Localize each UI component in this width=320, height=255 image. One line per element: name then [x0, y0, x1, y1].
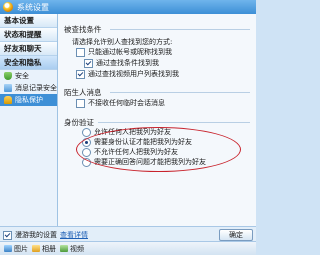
chat-taskbar: 图片 相册 视频	[0, 241, 256, 255]
taskbar-label: 图片	[14, 244, 28, 253]
checkbox-checked[interactable]	[84, 58, 93, 68]
window-title: 系统设置	[17, 2, 49, 12]
checkbox[interactable]	[76, 47, 85, 57]
sidebar-subitem-privacy[interactable]: 隐私保护	[0, 94, 57, 106]
option-reject-temp-sessions[interactable]: 不接收任何临时会话消息	[76, 98, 165, 108]
picture-icon	[4, 245, 12, 252]
taskbar-item-album[interactable]: 相册	[32, 244, 56, 254]
search-description: 请选择允许别人查找到您的方式:	[72, 38, 173, 46]
radio-button[interactable]	[82, 127, 91, 137]
settings-sidebar: 基本设置 状态和提醒 好友和聊天 安全和隐私 安全 消息记录安全 隐私保护	[0, 14, 58, 234]
roaming-settings-label: 漫游我的设置	[15, 231, 57, 239]
section-divider	[98, 122, 250, 123]
sidebar-item-status[interactable]: 状态和提醒	[0, 28, 57, 42]
option-search-conditions[interactable]: 通过查找条件找到我	[84, 58, 159, 68]
video-icon	[60, 245, 68, 252]
sidebar-subitem-label: 安全	[15, 72, 29, 80]
album-icon	[32, 245, 40, 252]
taskbar-item-pictures[interactable]: 图片	[4, 244, 28, 254]
taskbar-label: 视频	[70, 244, 84, 253]
lock-icon	[4, 96, 12, 104]
option-video-user-list[interactable]: 通过查找视频用户列表找到我	[76, 69, 179, 79]
message-icon	[4, 84, 12, 92]
checkbox-checked[interactable]	[76, 69, 85, 79]
view-details-link[interactable]: 查看详情	[60, 230, 88, 240]
option-label: 通过查找条件找到我	[96, 59, 159, 67]
option-label: 不接收任何临时会话消息	[88, 99, 165, 107]
option-account-or-nickname[interactable]: 只能通过帐号或昵称找到我	[76, 47, 172, 57]
privacy-settings-panel: 被查找条件 请选择允许别人查找到您的方式: 只能通过帐号或昵称找到我 通过查找条…	[58, 14, 256, 234]
sidebar-item-security-privacy[interactable]: 安全和隐私	[0, 56, 57, 70]
sidebar-subitem-label: 隐私保护	[15, 96, 43, 104]
sidebar-item-friends-chat[interactable]: 好友和聊天	[0, 42, 57, 56]
annotation-highlight-ellipse	[76, 127, 241, 172]
section-title-stranger-messages: 陌生人消息	[64, 88, 102, 97]
sidebar-subitem-message-history[interactable]: 消息记录安全	[0, 82, 57, 94]
section-title-search-conditions: 被查找条件	[64, 25, 102, 34]
sidebar-subitem-security[interactable]: 安全	[0, 70, 57, 82]
settings-footer: 漫游我的设置 查看详情	[0, 226, 256, 241]
ok-button[interactable]: 确定	[219, 229, 253, 241]
option-label: 通过查找视频用户列表找到我	[88, 70, 179, 78]
section-divider	[110, 92, 250, 93]
checkbox-checked[interactable]	[3, 230, 12, 240]
section-divider	[110, 29, 250, 30]
roaming-settings-option[interactable]: 漫游我的设置 查看详情	[3, 230, 88, 240]
title-bar: 系统设置	[0, 0, 256, 14]
taskbar-item-video[interactable]: 视频	[60, 244, 84, 254]
app-logo-icon	[3, 2, 13, 12]
checkbox[interactable]	[76, 98, 85, 108]
taskbar-label: 相册	[42, 244, 56, 253]
sidebar-item-basic[interactable]: 基本设置	[0, 14, 57, 28]
shield-icon	[4, 72, 12, 80]
option-label: 只能通过帐号或昵称找到我	[88, 48, 172, 56]
sidebar-subitem-label: 消息记录安全	[15, 84, 57, 92]
